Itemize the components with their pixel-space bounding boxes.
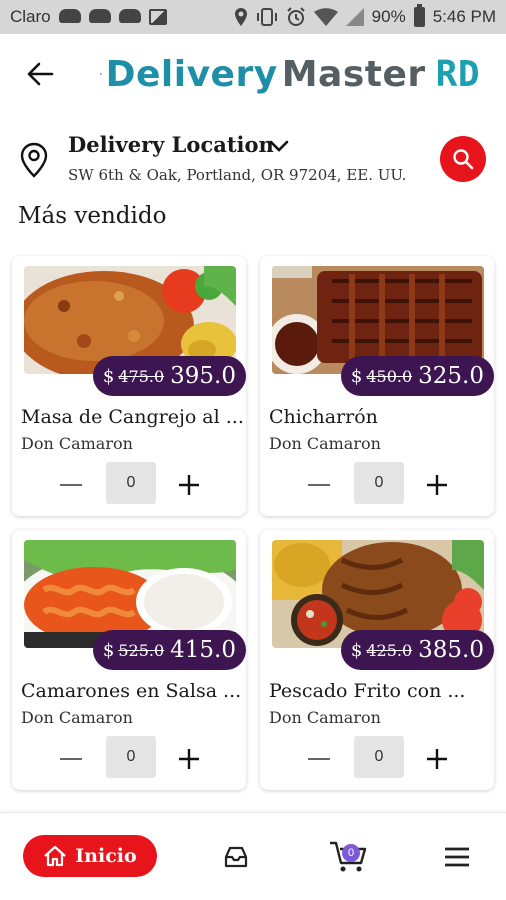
back-button[interactable] <box>22 56 58 92</box>
plus-icon <box>179 475 199 495</box>
app-header: Delivery Master RD <box>0 34 506 114</box>
product-card[interactable]: $ 475.0 395.0 Masa de Cangrejo al ... Do… <box>12 256 246 516</box>
nav-cart-button[interactable]: 0 <box>328 839 368 875</box>
cloud-icon <box>88 9 111 25</box>
price-tag: $ 450.0 325.0 <box>340 356 494 396</box>
nav-home-button[interactable]: Inicio <box>23 835 157 877</box>
store-name: Don Camaron <box>269 708 381 727</box>
logo-master-text: Master <box>281 53 426 95</box>
quantity-value: 0 <box>354 462 404 504</box>
minus-icon <box>308 484 330 486</box>
quantity-stepper: 0 <box>56 462 206 504</box>
battery-percent: 90% <box>371 7 406 26</box>
quantity-value: 0 <box>106 736 156 778</box>
menu-icon[interactable] <box>443 845 471 869</box>
product-card[interactable]: $ 450.0 325.0 Chicharrón Don Camaron 0 <box>260 256 494 516</box>
bottom-navigation: Inicio 0 <box>0 812 506 900</box>
store-name: Don Camaron <box>21 434 133 453</box>
price-old: 475.0 <box>118 366 165 386</box>
price-currency: $ <box>102 365 115 387</box>
quantity-stepper: 0 <box>304 462 454 504</box>
increase-button[interactable] <box>422 744 452 774</box>
price-current: 395.0 <box>170 363 236 389</box>
delivery-location[interactable]: Delivery Location SW 6th & Oak, Portland… <box>20 128 490 190</box>
status-bar: Claro 90% 5:46 PM <box>0 0 506 34</box>
decrease-button[interactable] <box>304 744 334 774</box>
price-current: 415.0 <box>170 637 236 663</box>
cloud-icon <box>58 9 81 25</box>
price-currency: $ <box>350 365 363 387</box>
price-old: 450.0 <box>366 366 413 386</box>
decrease-button[interactable] <box>56 470 86 500</box>
price-currency: $ <box>102 639 115 661</box>
plus-icon <box>179 749 199 769</box>
logo-delivery-text: Delivery <box>105 53 278 95</box>
store-name: Don Camaron <box>21 708 133 727</box>
alarm-icon <box>286 7 305 26</box>
section-title: Más vendido <box>18 203 167 229</box>
plus-icon <box>427 475 447 495</box>
location-icon <box>234 8 247 26</box>
product-name: Chicharrón <box>269 406 378 428</box>
increase-button[interactable] <box>174 470 204 500</box>
home-icon <box>44 845 67 867</box>
price-tag: $ 425.0 385.0 <box>340 630 494 670</box>
chevron-down-icon[interactable] <box>268 138 290 154</box>
wifi-icon <box>313 8 338 26</box>
globe-pin-icon <box>100 72 102 76</box>
logo-rd-text: RD <box>435 53 480 95</box>
app-logo: Delivery Master RD <box>100 44 480 104</box>
decrease-button[interactable] <box>56 744 86 774</box>
quantity-value: 0 <box>354 736 404 778</box>
search-button[interactable] <box>440 136 486 182</box>
minus-icon <box>308 758 330 760</box>
location-title: Delivery Location <box>68 132 274 157</box>
product-name: Masa de Cangrejo al ... <box>21 406 244 428</box>
price-old: 525.0 <box>118 640 165 660</box>
quantity-value: 0 <box>106 462 156 504</box>
price-tag: $ 525.0 415.0 <box>92 630 246 670</box>
price-old: 425.0 <box>366 640 413 660</box>
carrier-label: Claro <box>10 7 51 26</box>
price-tag: $ 475.0 395.0 <box>92 356 246 396</box>
cart-count-badge: 0 <box>342 844 360 862</box>
store-name: Don Camaron <box>269 434 381 453</box>
arrow-left-icon <box>27 62 54 86</box>
cloud-icon <box>118 9 141 25</box>
orders-inbox-icon[interactable] <box>222 843 250 871</box>
increase-button[interactable] <box>422 470 452 500</box>
location-address: SW 6th & Oak, Portland, OR 97204, EE. UU… <box>68 166 407 184</box>
price-current: 325.0 <box>418 363 484 389</box>
increase-button[interactable] <box>174 744 204 774</box>
price-currency: $ <box>350 639 363 661</box>
image-icon <box>148 9 167 25</box>
decrease-button[interactable] <box>304 470 334 500</box>
clock-time: 5:46 PM <box>432 7 496 26</box>
minus-icon <box>60 758 82 760</box>
quantity-stepper: 0 <box>304 736 454 778</box>
product-card[interactable]: $ 425.0 385.0 Pescado Frito con ... Don … <box>260 530 494 790</box>
search-icon <box>453 149 474 170</box>
product-card[interactable]: $ 525.0 415.0 Camarones en Salsa ... Don… <box>12 530 246 790</box>
product-name: Pescado Frito con ... <box>269 680 466 702</box>
nav-home-label: Inicio <box>75 845 137 867</box>
battery-icon <box>413 4 425 27</box>
signal-icon <box>345 8 364 26</box>
quantity-stepper: 0 <box>56 736 206 778</box>
vibrate-icon <box>256 8 277 26</box>
location-pin-icon <box>20 142 48 178</box>
product-name: Camarones en Salsa ... <box>21 680 242 702</box>
price-current: 385.0 <box>418 637 484 663</box>
plus-icon <box>427 749 447 769</box>
minus-icon <box>60 484 82 486</box>
